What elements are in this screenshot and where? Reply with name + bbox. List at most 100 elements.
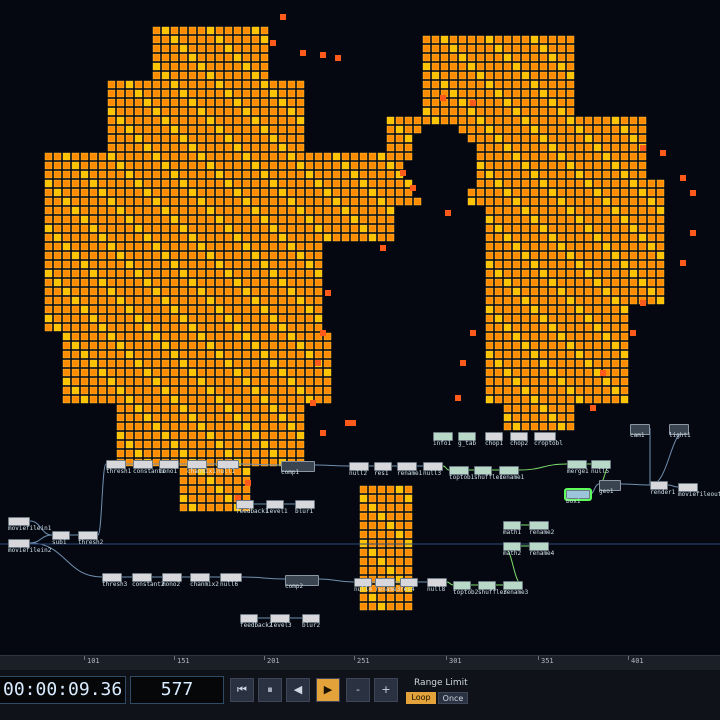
frame-field[interactable]: 577 (130, 676, 224, 704)
wire (318, 578, 355, 583)
node-label: math2 (503, 550, 522, 557)
rewind-button[interactable]: ⏮ (230, 678, 254, 702)
wire (29, 534, 53, 544)
step-minus-button[interactable]: - (346, 678, 370, 702)
node-comp2[interactable]: comp2 (285, 575, 319, 590)
node-label: rename1 (499, 474, 525, 481)
tick-label: 151 (177, 657, 190, 665)
wire (620, 483, 651, 486)
node-toptob1[interactable]: toptob1 (449, 466, 474, 481)
tick-label: 251 (357, 657, 370, 665)
node-label: render1 (650, 489, 676, 496)
node-math1[interactable]: math1 (503, 521, 521, 536)
node-label: thresh3 (102, 581, 128, 588)
tick-label: 351 (541, 657, 554, 665)
timeline-ruler[interactable]: 101 151 201 251 301 351 401 (0, 655, 720, 671)
node-thresh1[interactable]: thresh1 (106, 460, 131, 475)
node-sub1[interactable]: sub1 (52, 531, 70, 546)
node-res4[interactable]: res4 (400, 578, 418, 593)
node-moviefilein2[interactable]: moviefilein2 (8, 539, 51, 554)
play-button[interactable]: ▶ (316, 678, 340, 702)
node-thresh3[interactable]: thresh3 (102, 573, 127, 588)
tick-label: 401 (631, 657, 644, 665)
node-box1[interactable]: box1 (564, 488, 592, 505)
node-label: moviefilein2 (8, 547, 52, 554)
node-label: null1 (217, 468, 236, 475)
node-geo1[interactable]: geo1 (599, 480, 621, 495)
node-shuffle1[interactable]: shuffle1 (474, 466, 503, 481)
pause-button[interactable]: ⏸ (258, 678, 282, 702)
node-label: thresh2 (78, 539, 104, 546)
node-rename3a[interactable]: rename3 (375, 578, 400, 593)
node-comp1[interactable]: comp1 (281, 461, 315, 476)
node-feedback2[interactable]: feedback2 (240, 614, 273, 629)
wire (97, 463, 107, 536)
step-back-icon: ◀ (293, 683, 303, 696)
node-label: comp2 (285, 583, 304, 590)
node-label: box1 (566, 498, 581, 505)
node-label: blur2 (302, 622, 321, 629)
node-rename2[interactable]: rename2 (529, 521, 554, 536)
node-mono2[interactable]: mono2 (162, 573, 182, 588)
node-level1[interactable]: level1 (266, 500, 288, 515)
node-mono1[interactable]: mono1 (159, 460, 179, 475)
node-label: geo1 (599, 488, 614, 495)
node-info1[interactable]: info1 (433, 432, 453, 447)
node-cam1[interactable]: cam1 (630, 424, 650, 439)
range-limit-label: Range Limit (414, 678, 468, 688)
node-blur1[interactable]: blur1 (295, 500, 315, 515)
tick-mark (174, 656, 175, 660)
node-gtab[interactable]: g_tab (458, 432, 476, 447)
node-shuffle3[interactable]: shuffle3 (478, 581, 507, 596)
node-merge1[interactable]: merge1 (567, 460, 589, 475)
tick-mark (628, 656, 629, 660)
timecode-field[interactable]: 00:00:09.36 (0, 676, 126, 704)
node-label: null6 (220, 581, 239, 588)
node-null6[interactable]: null6 (220, 573, 242, 588)
node-constant2[interactable]: constant2 (132, 573, 165, 588)
node-null4[interactable]: null4 (354, 578, 372, 593)
node-rename3b[interactable]: rename3 (503, 581, 528, 596)
node-label: chanmix1 (187, 468, 216, 475)
node-null1[interactable]: null1 (217, 460, 239, 475)
node-chop1[interactable]: chop1 (485, 432, 503, 447)
node-croptobl[interactable]: croptobl (534, 432, 563, 447)
node-label: moviefileout1 (678, 491, 720, 498)
node-label: constant2 (132, 581, 165, 588)
node-feedback1[interactable]: feedback1 (236, 500, 269, 515)
step-plus-button[interactable]: + (374, 678, 398, 702)
node-rename4[interactable]: rename4 (529, 542, 554, 557)
node-moviefileout1[interactable]: moviefileout1 (678, 483, 720, 498)
node-null3[interactable]: null3 (423, 462, 443, 477)
node-toptob2[interactable]: toptob2 (453, 581, 478, 596)
node-moviefilein1[interactable]: moviefilein1 (8, 517, 51, 532)
tick-mark (354, 656, 355, 660)
node-render1[interactable]: render1 (650, 481, 675, 496)
node-label: feedback2 (240, 622, 273, 629)
node-label: chanmix2 (190, 581, 219, 588)
node-label: rename3 (503, 589, 529, 596)
node-rename1[interactable]: rename1 (397, 462, 422, 477)
node-math2[interactable]: math2 (503, 542, 521, 557)
plus-icon: + (381, 683, 391, 696)
node-blur2[interactable]: blur2 (302, 614, 320, 629)
loop-button[interactable]: Loop (406, 692, 436, 704)
node-null5[interactable]: null5 (591, 460, 611, 475)
node-thresh2[interactable]: thresh2 (78, 531, 103, 546)
node-res1[interactable]: res1 (374, 462, 392, 477)
network-editor-canvas[interactable]: info1 g_tab chop1 chop2 croptobl cam1 light1 th… (0, 0, 720, 655)
tick-label: 201 (267, 657, 280, 665)
node-light1[interactable]: light1 (669, 424, 691, 439)
node-null8[interactable]: null8 (427, 578, 447, 593)
node-rename1b[interactable]: rename1 (499, 466, 524, 481)
rewind-icon: ⏮ (237, 683, 247, 696)
node-chanmix1[interactable]: chanmix1 (187, 460, 216, 475)
node-chanmix2[interactable]: chanmix2 (190, 573, 219, 588)
once-button[interactable]: Once (438, 692, 468, 704)
node-label: moviefilein1 (8, 525, 52, 532)
node-null2[interactable]: null2 (349, 462, 369, 477)
node-level3[interactable]: level3 (270, 614, 292, 629)
node-chop2[interactable]: chop2 (510, 432, 528, 447)
step-back-button[interactable]: ◀ (286, 678, 310, 702)
node-constant1[interactable]: constant1 (133, 460, 166, 475)
